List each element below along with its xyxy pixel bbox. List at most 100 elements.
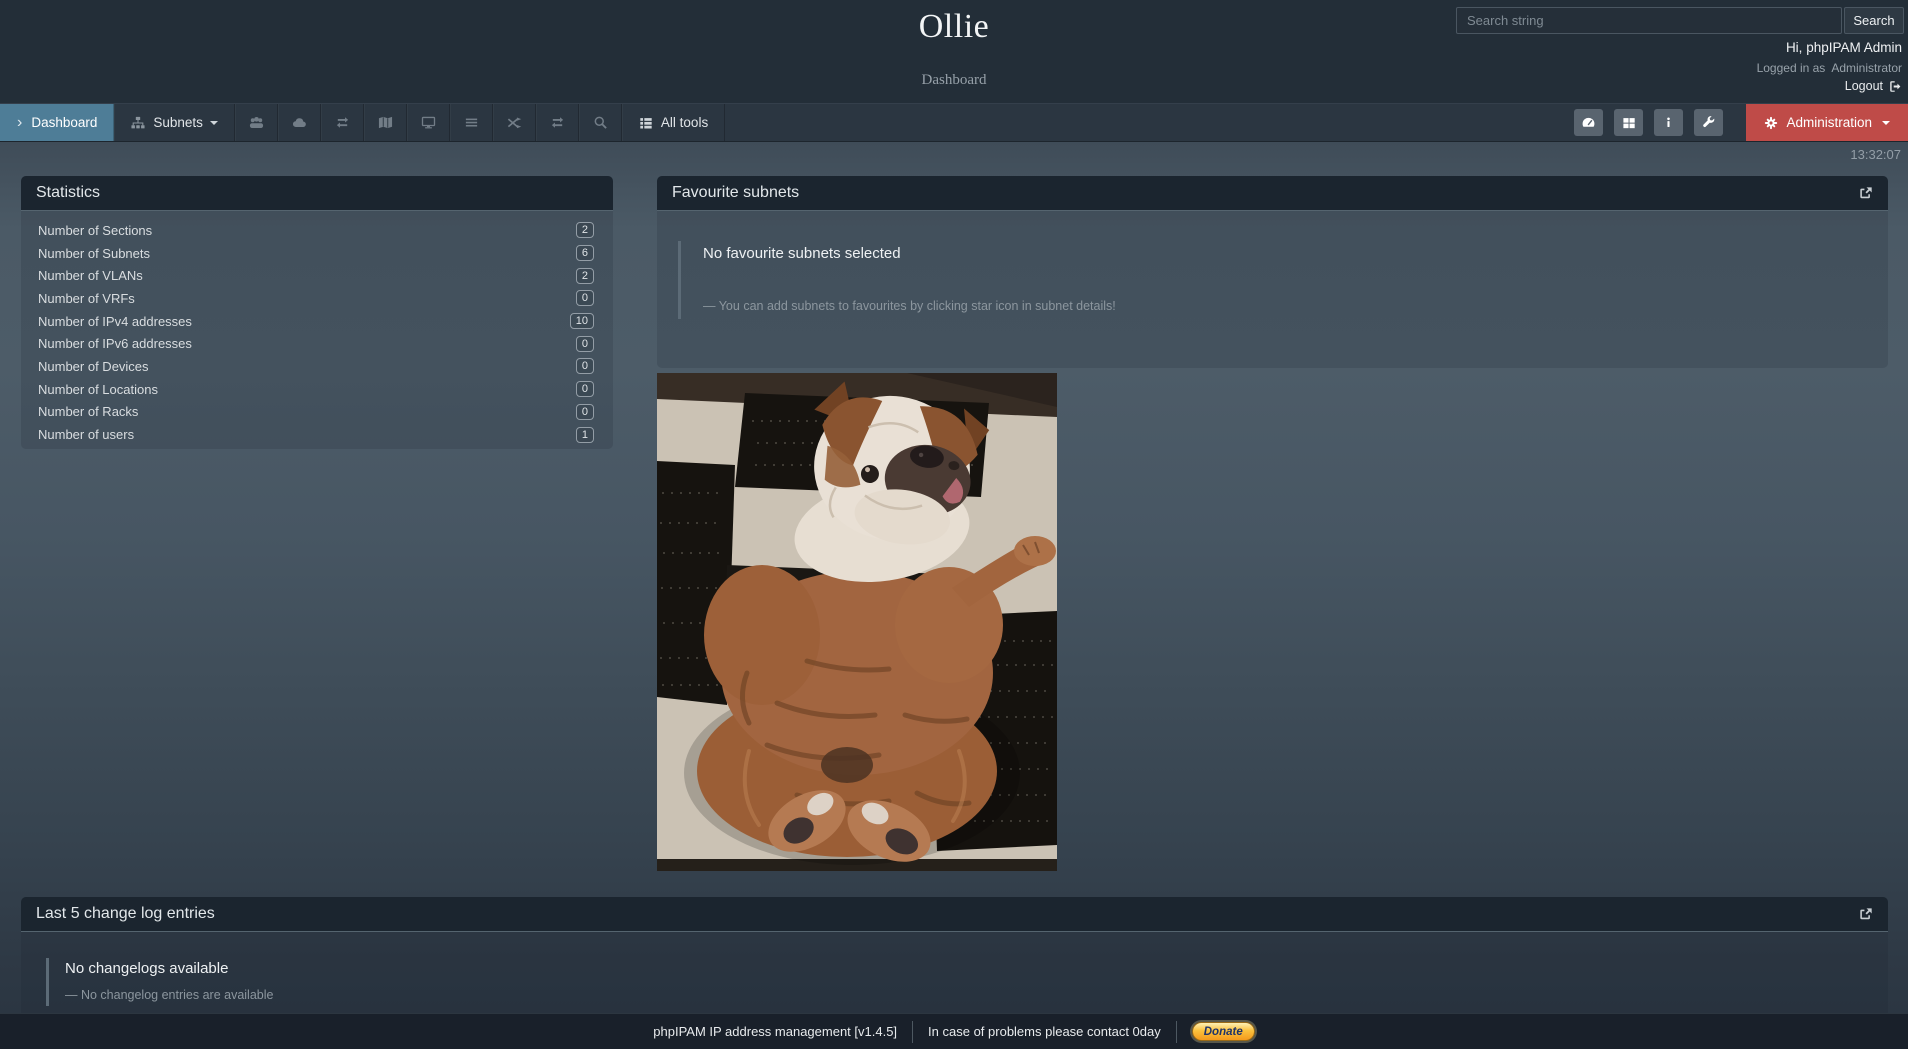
sitemap-icon <box>131 116 145 130</box>
top-header: Ollie Dashboard Search Hi, phpIPAM Admin… <box>0 0 1908 103</box>
info-icon <box>1662 116 1675 129</box>
external-link-icon[interactable] <box>1859 907 1873 921</box>
favourite-subnets-panel: Favourite subnets No favourite subnets s… <box>657 176 1888 368</box>
nav-right-group: Administration <box>1574 104 1908 141</box>
favourites-blockquote: No favourite subnets selected — You can … <box>678 241 1888 319</box>
stat-badge: 10 <box>570 313 594 329</box>
th-large-icon <box>1622 116 1636 130</box>
gear-icon <box>1764 116 1778 130</box>
page-subtitle: Dashboard <box>0 72 1908 89</box>
nav-item-all-tools[interactable]: All tools <box>622 104 725 141</box>
footer-divider <box>1176 1021 1177 1043</box>
nav-item-shuffle[interactable] <box>493 104 536 141</box>
nav-item-dashboard[interactable]: › Dashboard <box>0 104 114 141</box>
footer-divider <box>912 1021 913 1043</box>
contact-text: In case of problems please contact 0day <box>928 1024 1161 1039</box>
stat-badge: 0 <box>576 290 594 306</box>
dashboard-view-button[interactable] <box>1574 109 1603 136</box>
nav-subnets-label: Subnets <box>153 115 203 130</box>
external-link-icon[interactable] <box>1859 186 1873 200</box>
th-list-icon <box>639 116 653 130</box>
stat-row: Number of Racks 0 <box>21 401 613 424</box>
changelog-message: No changelogs available <box>65 960 1888 977</box>
stat-label: Number of Racks <box>38 404 138 419</box>
nav-left-group: › Dashboard Subnets <box>0 104 725 141</box>
nav-item-list[interactable] <box>450 104 493 141</box>
stat-label: Number of IPv4 addresses <box>38 314 192 329</box>
chevron-right-icon: › <box>17 115 22 131</box>
stat-row: Number of VRFs0 <box>21 287 613 310</box>
stat-badge: 2 <box>576 268 594 284</box>
nav-item-subnets[interactable]: Subnets <box>114 104 235 141</box>
statistics-title: Statistics <box>36 184 100 202</box>
search-icon <box>593 115 608 130</box>
statistics-body: Number of Sections 2 Number of Subnets 6 N… <box>21 211 613 452</box>
search-button[interactable]: Search <box>1844 7 1904 34</box>
stat-label: Number of users <box>38 427 134 442</box>
search-input[interactable] <box>1456 7 1842 34</box>
nav-item-exchange[interactable] <box>321 104 364 141</box>
nav-item-map[interactable] <box>364 104 407 141</box>
stat-label: Number of VLANs <box>38 268 143 283</box>
exchange-icon <box>335 115 350 130</box>
stat-badge: 0 <box>576 358 594 374</box>
stat-badge: 0 <box>576 381 594 397</box>
nav-item-transfer[interactable] <box>536 104 579 141</box>
logout-label: Logout <box>1845 79 1883 93</box>
changelog-header: Last 5 change log entries <box>21 897 1888 932</box>
statistics-panel: Statistics Number of Sections 2 Number of… <box>21 176 613 449</box>
stat-label: Number of Subnets <box>38 246 150 261</box>
bulldog-on-checkered-rug <box>657 373 1057 871</box>
caret-down-icon <box>1882 121 1890 125</box>
map-icon <box>378 115 393 130</box>
nav-item-cloud[interactable] <box>278 104 321 141</box>
stat-row: Number of Devices 0 <box>21 355 613 378</box>
favourite-subnets-title: Favourite subnets <box>672 184 799 202</box>
footer-bar: phpIPAM IP address management [v1.4.5] I… <box>0 1013 1908 1049</box>
stat-row: Number of Locations0 <box>21 378 613 401</box>
nav-dashboard-label: Dashboard <box>31 115 97 130</box>
stat-badge: 2 <box>576 222 594 238</box>
nav-item-users[interactable] <box>235 104 278 141</box>
administration-label: Administration <box>1786 115 1872 130</box>
stat-row: Number of IPv6 addresses0 <box>21 332 613 355</box>
login-status-prefix: Logged in as <box>1757 61 1826 75</box>
changelog-hint: — No changelog entries are available <box>65 988 1888 1002</box>
stat-label: Number of Devices <box>38 359 149 374</box>
stat-row: Number of Subnets 6 <box>21 242 613 265</box>
changelog-blockquote: No changelogs available — No changelog e… <box>46 958 1888 1006</box>
user-role: Administrator <box>1831 61 1902 75</box>
desktop-icon <box>421 115 436 130</box>
stat-label: Number of Sections <box>38 223 152 238</box>
cloud-icon <box>292 115 307 130</box>
favourites-message: No favourite subnets selected <box>703 245 1888 262</box>
administration-button[interactable]: Administration <box>1746 104 1908 141</box>
donate-button[interactable]: Donate <box>1192 1022 1255 1041</box>
info-button[interactable] <box>1654 109 1683 136</box>
widgets-button[interactable] <box>1614 109 1643 136</box>
stat-badge: 1 <box>576 427 594 443</box>
stat-badge: 0 <box>576 336 594 352</box>
shuffle-icon <box>507 115 522 130</box>
gauge-icon <box>1581 115 1596 130</box>
logout-icon <box>1889 80 1902 93</box>
logout-link[interactable]: Logout <box>1845 79 1902 93</box>
exchange-icon <box>550 115 565 130</box>
stat-row: Number of Sections 2 <box>21 219 613 242</box>
stat-badge: 6 <box>576 245 594 261</box>
user-greeting: Hi, phpIPAM Admin <box>1786 40 1902 55</box>
version-text: phpIPAM IP address management [v1.4.5] <box>653 1024 897 1039</box>
wrench-icon <box>1702 116 1716 130</box>
changelog-title: Last 5 change log entries <box>36 905 215 923</box>
main-navbar: › Dashboard Subnets <box>0 103 1908 142</box>
nav-item-devices[interactable] <box>407 104 450 141</box>
stat-row: Number of IPv4 addresses 10 <box>21 310 613 333</box>
clock: 13:32:07 <box>1850 147 1901 162</box>
nav-item-search[interactable] <box>579 104 622 141</box>
login-status: Logged in as Administrator <box>1757 61 1902 75</box>
align-justify-icon <box>464 115 479 130</box>
tools-button[interactable] <box>1694 109 1723 136</box>
statistics-panel-header: Statistics <box>21 176 613 211</box>
stat-badge: 0 <box>576 404 594 420</box>
caret-down-icon <box>210 121 218 125</box>
